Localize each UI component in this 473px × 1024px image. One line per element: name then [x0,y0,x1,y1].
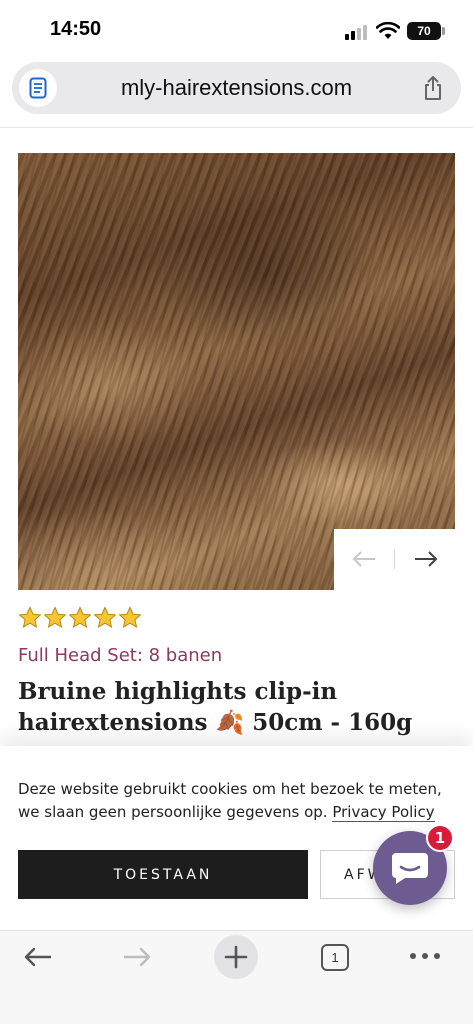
tabs-button[interactable]: 1 [321,944,349,971]
cookie-text: Deze website gebruikt cookies om het bez… [18,778,458,824]
plus-icon [224,945,248,969]
variant-label: Full Head Set: 8 banen [18,645,223,666]
star-rating [18,606,142,630]
browser-toolbar: 1 [0,930,473,1024]
status-time: 14:50 [50,18,102,40]
divider [0,127,473,128]
url-text[interactable]: mly-hairextensions.com [12,75,461,101]
product-title-size: 50cm - 160g [252,709,413,736]
more-icon[interactable] [410,953,440,961]
signal-icon [345,24,371,40]
gallery-divider [394,549,395,569]
star-icon [68,606,92,629]
leaf-emoji: 🍂 [215,709,245,736]
notification-badge: 1 [426,824,454,852]
privacy-policy-link[interactable]: Privacy Policy [332,803,435,822]
star-icon [18,606,42,629]
back-icon[interactable] [22,945,54,969]
gallery-nav [334,529,455,590]
new-tab-button[interactable] [214,935,258,979]
accept-cookies-button[interactable]: TOESTAAN [18,850,308,899]
battery-tip [442,27,445,35]
wifi-icon [376,22,400,39]
status-bar: 14:50 70 [0,0,473,60]
product-image[interactable] [18,153,455,590]
star-icon [118,606,142,629]
share-icon[interactable] [421,75,445,101]
arrow-left-icon[interactable] [350,547,378,571]
forward-icon[interactable] [121,945,153,969]
arrow-right-icon[interactable] [412,547,440,571]
chat-icon [392,853,428,884]
product-title: Bruine highlights clip-in hairextensions… [18,676,458,738]
address-bar[interactable]: mly-hairextensions.com [12,62,461,114]
star-icon [43,606,67,629]
battery-icon: 70 [407,22,441,40]
star-icon [93,606,117,629]
